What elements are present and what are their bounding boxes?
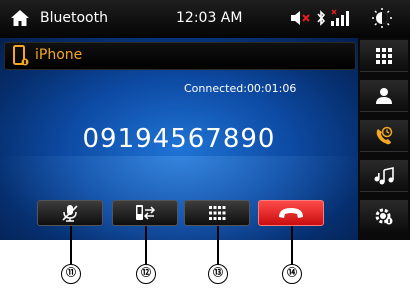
end-call-button[interactable] (258, 200, 324, 226)
keypad-button[interactable] (184, 200, 250, 226)
callout-leader (70, 226, 72, 264)
head-unit-screen: Bluetooth 12:03 AM iPhone Connected:00:0… (0, 0, 410, 240)
bluetooth-icon (317, 10, 326, 26)
recent-calls-icon (376, 126, 393, 144)
clock: 12:03 AM (176, 10, 243, 26)
sidebar (358, 38, 410, 240)
keypad-icon (376, 47, 392, 64)
sidebar-item-recent-calls[interactable] (360, 120, 408, 152)
brightness-icon[interactable] (372, 8, 392, 28)
device-bar[interactable]: iPhone (4, 42, 356, 70)
phone-icon (13, 45, 29, 66)
status-bar: Bluetooth 12:03 AM (0, 0, 410, 38)
home-icon[interactable] (10, 8, 30, 28)
callout-leader (291, 226, 293, 264)
mute-mic-button[interactable] (37, 200, 103, 226)
sidebar-item-contacts[interactable] (360, 80, 408, 112)
callout-13: ⑬ (208, 264, 228, 284)
callout-leader (145, 226, 147, 264)
keypad-icon (209, 206, 226, 220)
sidebar-item-music[interactable] (360, 160, 408, 192)
callout-leader (217, 226, 219, 264)
callout-12: ⑫ (136, 264, 156, 284)
call-panel: iPhone Connected:00:01:06 09194567890 (0, 38, 358, 240)
sidebar-item-keypad[interactable] (360, 40, 408, 72)
hang-up-icon (279, 208, 303, 218)
sidebar-item-settings[interactable] (360, 200, 408, 232)
contacts-icon (376, 87, 392, 104)
signal-icon (331, 9, 349, 26)
settings-icon (375, 208, 393, 225)
call-status: Connected:00:01:06 (184, 82, 297, 95)
transfer-to-phone-icon (136, 205, 156, 220)
mic-mute-icon (62, 205, 78, 222)
music-icon (374, 166, 394, 184)
phone-number: 09194567890 (82, 124, 276, 154)
mute-icon (291, 11, 310, 25)
transfer-to-phone-button[interactable] (112, 200, 178, 226)
device-name: iPhone (35, 47, 83, 63)
callout-11: ⑪ (61, 264, 81, 284)
callout-14: ⑭ (282, 264, 302, 284)
screen-title: Bluetooth (40, 10, 108, 26)
